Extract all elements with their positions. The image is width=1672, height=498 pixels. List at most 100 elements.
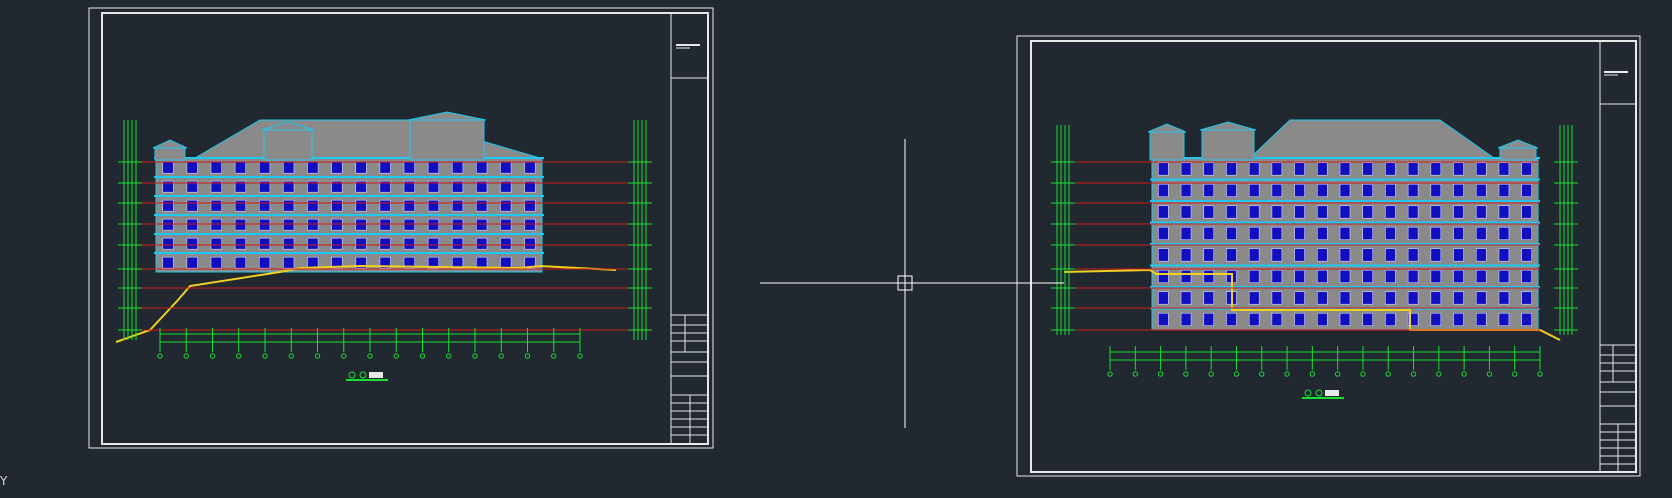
right-elevation-sheet[interactable] [1016, 35, 1641, 477]
window [1271, 183, 1283, 197]
grid-bubble [577, 353, 583, 359]
window [331, 218, 343, 231]
window [500, 199, 512, 212]
window [1339, 162, 1351, 176]
window [283, 218, 295, 231]
window [1498, 162, 1510, 176]
window [1316, 162, 1328, 176]
grid-bubble [1107, 371, 1113, 377]
window [1271, 162, 1283, 176]
window [355, 161, 367, 174]
window [1158, 291, 1169, 305]
window [210, 218, 222, 231]
window [1339, 269, 1351, 284]
window [1203, 269, 1215, 284]
window [1316, 291, 1328, 305]
window [1294, 205, 1305, 219]
window [355, 237, 367, 250]
window [1475, 226, 1487, 240]
window [1498, 269, 1510, 284]
window [1453, 248, 1464, 262]
window [1248, 205, 1260, 219]
window [1339, 205, 1351, 219]
window [1430, 162, 1442, 176]
ground-line [115, 264, 617, 343]
window [476, 218, 488, 231]
grid-bubble [1208, 371, 1214, 377]
window [258, 237, 271, 250]
grid-bubble [393, 353, 399, 359]
window [258, 256, 271, 269]
drawing-caption [1302, 389, 1344, 399]
window [1362, 205, 1374, 219]
grid-bubble [1132, 371, 1138, 377]
window [1453, 183, 1464, 197]
window [162, 256, 174, 269]
window [1203, 162, 1215, 176]
window [307, 237, 319, 250]
window [1203, 226, 1215, 240]
window [355, 199, 367, 212]
window [1475, 291, 1487, 305]
window [234, 237, 247, 250]
window [1180, 183, 1192, 197]
window [476, 161, 488, 174]
grid-bubble [419, 353, 426, 359]
window [1226, 312, 1237, 327]
window [162, 161, 174, 174]
window [451, 199, 464, 212]
window [283, 237, 295, 250]
window [403, 237, 415, 250]
grid-bubble [1309, 371, 1316, 377]
tower-cap [152, 139, 188, 149]
window [1385, 269, 1396, 284]
window [307, 199, 319, 212]
grid-bubble [341, 353, 347, 359]
window [1316, 183, 1328, 197]
window [234, 161, 247, 174]
window [524, 199, 536, 212]
window [1430, 205, 1442, 219]
left-elevation-sheet[interactable] [88, 7, 714, 449]
ucs-axis-label: Y [0, 474, 8, 488]
window [186, 237, 198, 250]
window [1294, 248, 1305, 262]
drawing-canvas[interactable] [0, 0, 1672, 498]
window [1475, 183, 1487, 197]
grid-bubble [498, 353, 504, 359]
window [1180, 291, 1192, 305]
window [210, 256, 222, 269]
window [1248, 312, 1260, 327]
grid-bubble [1284, 371, 1290, 377]
window [1339, 312, 1351, 327]
window [331, 161, 343, 174]
window [1385, 291, 1396, 305]
window [1339, 183, 1351, 197]
window [1203, 248, 1215, 262]
grid-bubble [1360, 371, 1366, 377]
tower-cap [1199, 121, 1257, 131]
window [1407, 183, 1419, 197]
window [1248, 269, 1260, 284]
window [1203, 205, 1215, 219]
window [1430, 291, 1442, 305]
window [1475, 312, 1487, 327]
grid-bubble [314, 353, 321, 359]
window [1498, 183, 1510, 197]
window [1248, 162, 1260, 176]
window [1475, 248, 1487, 262]
window [1475, 162, 1487, 176]
crosshair-cursor[interactable] [760, 139, 1064, 428]
window [1362, 312, 1374, 327]
tower [263, 129, 313, 161]
window [1158, 248, 1169, 262]
window [1407, 269, 1419, 284]
window [1362, 269, 1374, 284]
window [1294, 291, 1305, 305]
window [1248, 291, 1260, 305]
window [403, 161, 415, 174]
grid-bubble [209, 353, 216, 359]
window [355, 218, 367, 231]
window [186, 199, 198, 212]
window [1294, 183, 1305, 197]
